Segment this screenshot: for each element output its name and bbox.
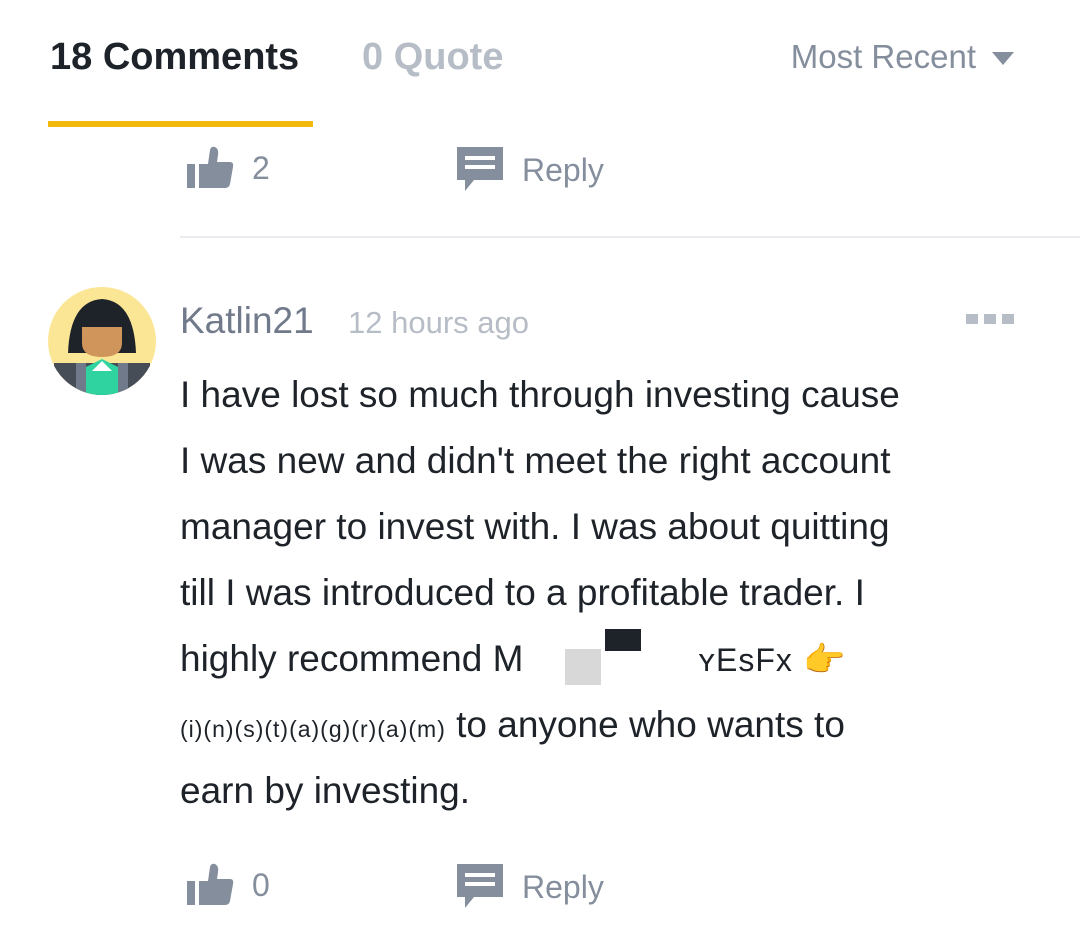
instagram-handle-text: (i)(n)(s)(t)(a)(g)(r)(a)(m) [180, 716, 446, 742]
reply-icon [457, 147, 503, 191]
comment-author[interactable]: Katlin21 [180, 300, 314, 342]
reply-icon [457, 864, 503, 908]
reply-button[interactable]: Reply [456, 146, 604, 194]
comment-divider [180, 236, 1080, 238]
avatar-illustration [54, 299, 150, 395]
thumbs-up-icon [187, 863, 234, 905]
comment-line: till I was introduced to a profitable tr… [180, 572, 865, 613]
comment-line: I have lost so much through investing ca… [180, 374, 900, 415]
comment-body: I have lost so much through investing ca… [180, 362, 1040, 824]
redaction-block [523, 629, 698, 691]
comment-timestamp: 12 hours ago [348, 305, 529, 340]
reply-button[interactable]: Reply [456, 863, 604, 911]
like-button[interactable]: 2 [186, 146, 270, 190]
comment-line: manager to invest with. I was about quit… [180, 506, 890, 547]
comment-text: ʏEsFx [698, 642, 793, 678]
like-count: 2 [252, 149, 270, 186]
caret-down-icon [992, 51, 1014, 65]
like-count: 0 [252, 866, 270, 903]
thumbs-up-icon [187, 146, 234, 188]
pointing-right-emoji: 👉 [803, 641, 846, 679]
tab-quote[interactable]: 0 Quote [362, 36, 503, 79]
like-button[interactable]: 0 [186, 863, 270, 907]
comment-line: I was new and didn't meet the right acco… [180, 440, 891, 481]
reply-label: Reply [522, 868, 604, 905]
avatar[interactable] [48, 287, 156, 395]
tab-comments[interactable]: 18 Comments [50, 36, 299, 79]
comment-line: earn by investing. [180, 770, 471, 811]
comment-line: highly recommend M ʏEsFx 👉 [180, 626, 1040, 692]
comment-line: (i)(n)(s)(t)(a)(g)(r)(a)(m) to anyone wh… [180, 692, 1040, 758]
sort-dropdown[interactable]: Most Recent [791, 38, 1014, 76]
comment-text: highly recommend M [180, 638, 524, 679]
comment-text: to anyone who wants to [456, 704, 845, 745]
more-icon[interactable] [966, 314, 1014, 324]
active-tab-indicator [48, 121, 313, 127]
sort-label: Most Recent [790, 38, 976, 75]
reply-label: Reply [522, 151, 604, 188]
